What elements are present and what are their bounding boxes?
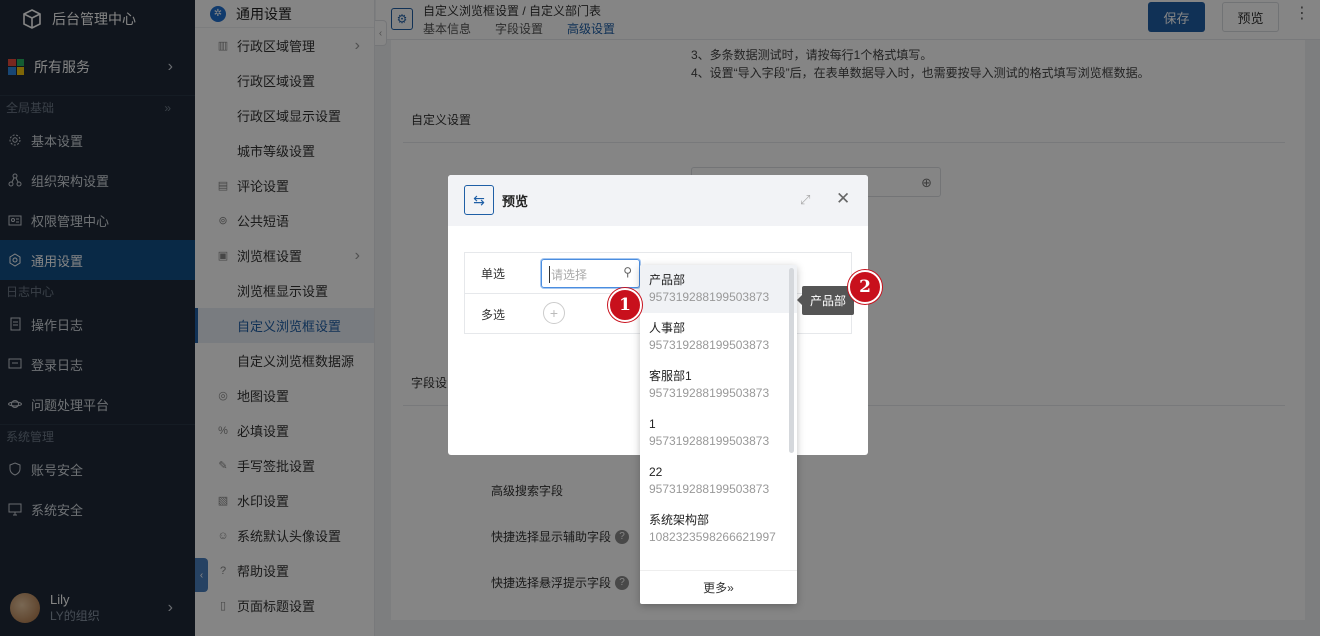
modal-title: 预览 [502, 194, 529, 209]
select-dropdown: 产品部 957319288199503873 人事部 957319288199503… [640, 265, 797, 604]
more-button[interactable]: 更多» [640, 570, 797, 604]
placeholder-text: 请选择 [549, 266, 588, 283]
search-icon[interactable]: ⚲ [623, 265, 632, 279]
expand-icon[interactable]: ⤢ [800, 192, 810, 208]
dropdown-option[interactable]: 22 957319288199503873 [640, 457, 797, 505]
annotation-marker-2: 2 [848, 270, 882, 304]
dropdown-option[interactable]: 客服部1 957319288199503873 [640, 361, 797, 409]
dropdown-option[interactable]: 1 957319288199503873 [640, 409, 797, 457]
multi-select-label: 多选 [481, 308, 506, 322]
modal-header: ⇆ 预览 ⤢ ✕ [448, 175, 868, 226]
hover-tooltip: 产品部 [797, 286, 854, 315]
annotation-marker-1: 1 [608, 288, 642, 322]
single-select-label: 单选 [481, 267, 506, 281]
single-select-input[interactable]: 请选择 ⚲ [541, 259, 640, 288]
dropdown-option[interactable]: 系统架构部 1082323598266621997 [640, 505, 797, 553]
swap-arrows-icon: ⇆ [464, 185, 494, 215]
dropdown-option[interactable]: 人事部 957319288199503873 [640, 313, 797, 361]
scrollbar[interactable] [789, 268, 794, 453]
dropdown-option[interactable]: 产品部 957319288199503873 [640, 265, 797, 313]
add-icon[interactable]: + [543, 302, 565, 324]
close-icon[interactable]: ✕ [836, 189, 850, 209]
